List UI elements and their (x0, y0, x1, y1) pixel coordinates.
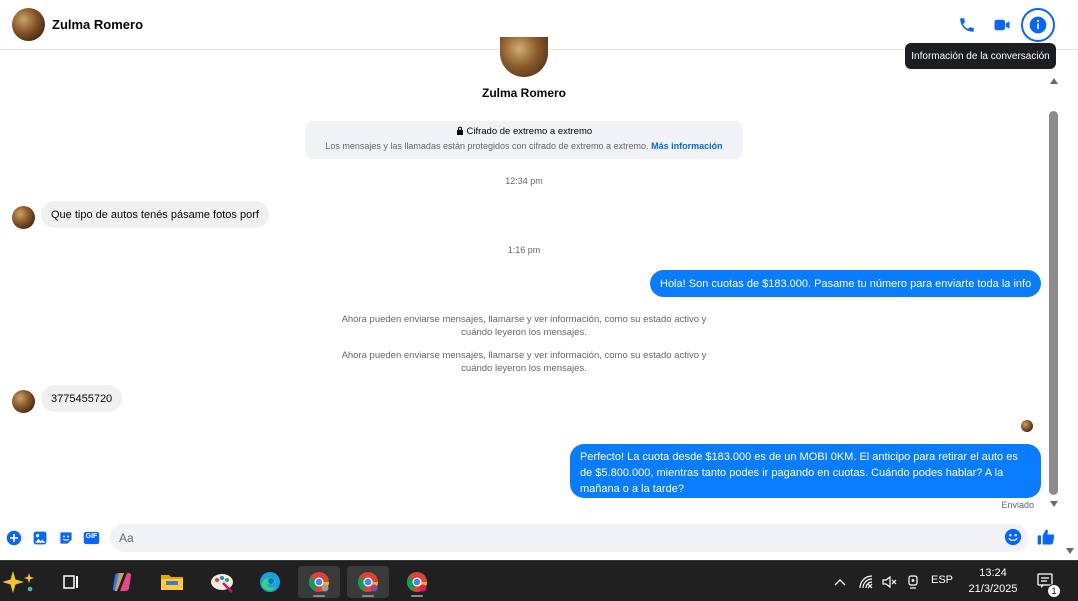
wifi-off-icon (859, 575, 873, 589)
edge-browser-button[interactable] (249, 566, 291, 598)
messenger-window: Zulma Romero Información de la conversac… (0, 0, 1078, 601)
camera-status-button[interactable] (904, 573, 922, 591)
thumbs-up-icon (1037, 529, 1055, 545)
lock-icon (456, 126, 463, 135)
sender-avatar[interactable] (12, 206, 35, 229)
message-text: 3775455720 (51, 392, 113, 405)
chrome-profile-window-button[interactable] (396, 566, 438, 598)
contact-avatar[interactable] (12, 8, 45, 41)
encryption-notice: Cifrado de extremo a extremo Los mensaje… (305, 121, 743, 159)
sender-avatar[interactable] (12, 390, 35, 413)
encryption-text-row: Los mensajes y las llamadas están proteg… (305, 141, 743, 151)
taskbar-running-indicator (313, 595, 325, 597)
gif-button[interactable]: GIF (82, 529, 100, 547)
task-view-icon (63, 575, 78, 589)
network-status-button[interactable] (857, 573, 875, 591)
encryption-text: Los mensajes y las llamadas están proteg… (325, 141, 649, 151)
message-composer: GIF (0, 521, 1062, 559)
system-note: Ahora pueden enviarse mensajes, llamarse… (341, 350, 707, 374)
sparkle-icon (3, 571, 34, 593)
plus-circle-icon (6, 530, 22, 546)
timestamp: 12:34 pm (505, 176, 543, 186)
paint-app-button[interactable] (201, 566, 243, 598)
incoming-message[interactable]: 3775455720 (41, 385, 123, 412)
input-language-indicator[interactable]: ESP (931, 574, 953, 586)
message-text: Hola! Son cuotas de $183.000. Pasame tu … (660, 277, 1032, 290)
like-button[interactable] (1036, 527, 1056, 547)
profile-name: Zulma Romero (481, 86, 566, 100)
conversation-info-button[interactable] (1021, 8, 1055, 42)
emoji-icon (1004, 528, 1022, 546)
message-text: Perfecto! La cuota desde $183.000 es de … (580, 451, 1018, 495)
encryption-title-row: Cifrado de extremo a extremo (305, 126, 743, 137)
copilot-sparkle-button[interactable] (0, 566, 40, 598)
speaker-muted-icon (882, 575, 897, 589)
sticker-icon (60, 532, 72, 544)
emoji-button[interactable] (1004, 528, 1022, 546)
photo-icon (33, 531, 47, 545)
edge-icon (260, 572, 280, 592)
more-info-link[interactable]: Más información (651, 141, 723, 151)
contact-name[interactable]: Zulma Romero (52, 17, 143, 32)
scroll-down-arrow[interactable] (1050, 501, 1058, 507)
gif-label: GIF (85, 533, 98, 540)
paint-palette-icon (211, 574, 233, 593)
chevron-up-icon (834, 579, 846, 586)
chrome-window-button[interactable] (298, 566, 340, 598)
incoming-message[interactable]: Que tipo de autos tenés pásame fotos por… (41, 201, 269, 228)
video-camera-icon (994, 19, 1010, 31)
notification-count-badge: 1 (1047, 584, 1061, 598)
voice-call-button[interactable] (954, 12, 980, 38)
clock-time: 13:24 (979, 567, 1007, 579)
outgoing-message[interactable]: Hola! Son cuotas de $183.000. Pasame tu … (650, 270, 1042, 297)
message-input[interactable] (119, 524, 989, 552)
profile-avatar[interactable] (500, 37, 548, 77)
file-explorer-button[interactable] (151, 566, 193, 598)
phone-icon (960, 18, 974, 32)
more-actions-button[interactable] (5, 529, 23, 547)
folder-icon (161, 575, 183, 590)
chrome-icon (406, 572, 428, 592)
outgoing-message[interactable]: Perfecto! La cuota desde $183.000 es de … (570, 444, 1041, 498)
volume-button[interactable] (880, 573, 898, 591)
system-clock[interactable]: 13:24 21/3/2025 (963, 565, 1023, 597)
video-call-button[interactable] (989, 12, 1015, 38)
info-icon (1029, 16, 1047, 34)
chrome-profile-window-button[interactable] (347, 566, 389, 598)
encryption-title: Cifrado de extremo a extremo (466, 126, 593, 137)
sticker-button[interactable] (57, 529, 75, 547)
page-scroll-down-arrow[interactable] (1066, 548, 1074, 554)
scroll-up-arrow[interactable] (1050, 78, 1058, 84)
attach-photo-button[interactable] (31, 529, 49, 547)
timestamp: 1:16 pm (507, 245, 541, 255)
message-text: Que tipo de autos tenés pásame fotos por… (51, 208, 259, 221)
taskbar-running-indicator (362, 595, 374, 597)
scrollbar-thumb[interactable] (1049, 111, 1058, 495)
read-receipt-avatar (1021, 420, 1033, 432)
webcam-icon (908, 575, 918, 589)
clock-date: 21/3/2025 (968, 583, 1018, 595)
message-list[interactable]: Zulma Romero Cifrado de extremo a extrem… (0, 37, 1078, 521)
chrome-icon (357, 572, 379, 592)
chrome-icon (308, 572, 330, 592)
copilot-icon (113, 573, 131, 591)
taskbar-running-indicator (411, 595, 423, 597)
windows-taskbar: ESP 13:24 21/3/2025 1 (0, 560, 1078, 601)
message-input-container[interactable] (110, 524, 1028, 552)
system-note: Ahora pueden enviarse mensajes, llamarse… (341, 314, 707, 338)
task-view-button[interactable] (50, 566, 92, 598)
show-hidden-icons-button[interactable] (831, 573, 849, 591)
copilot-app-button[interactable] (101, 566, 143, 598)
message-status: Enviado (1001, 500, 1034, 510)
